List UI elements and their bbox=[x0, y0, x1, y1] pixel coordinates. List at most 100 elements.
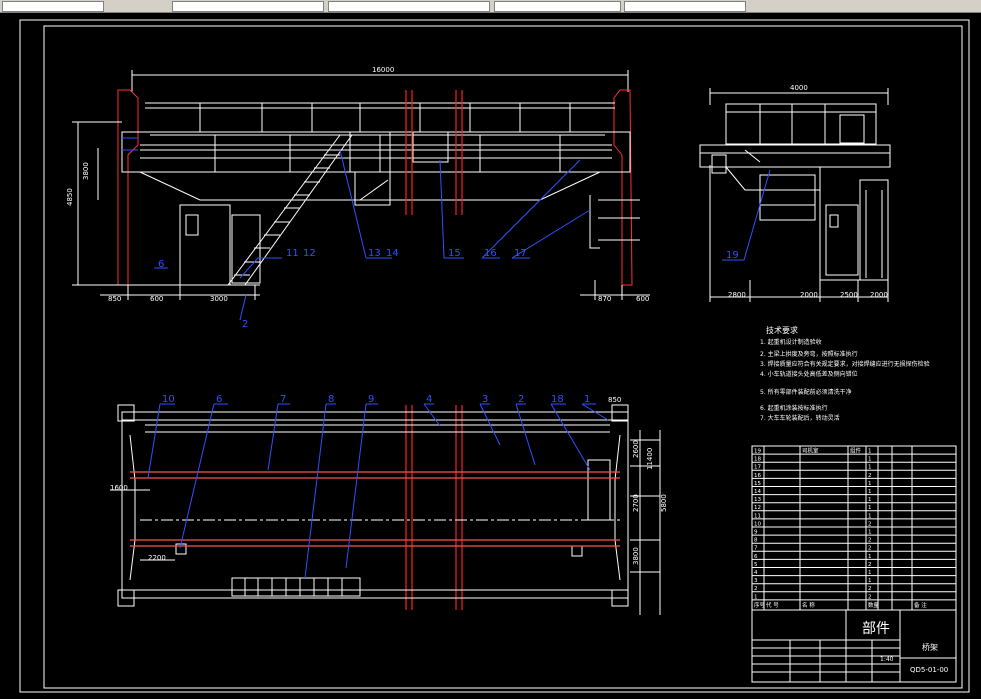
dim-side-b4: 2000 bbox=[870, 291, 888, 299]
cad-drawing-canvas: 16000 4000 3800 4850 850 600 3000 870 60… bbox=[0, 13, 981, 699]
bom-cell: 10 bbox=[754, 521, 761, 527]
callout-plan-18: 18 bbox=[551, 394, 564, 405]
callout-6: 6 bbox=[158, 259, 164, 270]
drawing-scale: 1:40 bbox=[880, 656, 894, 663]
dim-b3: 3000 bbox=[210, 295, 228, 303]
toolbar-field[interactable] bbox=[328, 1, 490, 12]
callout-plan-9: 9 bbox=[368, 394, 374, 405]
bom-cell: 1 bbox=[754, 594, 758, 600]
bom-cell: 19 bbox=[754, 449, 761, 455]
bom-cell: 1 bbox=[868, 449, 872, 455]
callout-14: 14 bbox=[386, 248, 399, 259]
bom-cell: 司机室 bbox=[802, 447, 819, 455]
bom-cell: 1 bbox=[868, 530, 872, 536]
callout-2: 2 bbox=[242, 319, 248, 330]
bom-cell: 16 bbox=[754, 473, 761, 479]
bom-cell: 1 bbox=[868, 457, 872, 463]
bom-cell: 13 bbox=[754, 497, 761, 503]
bom-cell: 1 bbox=[868, 465, 872, 471]
bom-cell: 1 bbox=[868, 489, 872, 495]
dim-plan-r1: 850 bbox=[608, 396, 621, 404]
toolbar-field[interactable] bbox=[2, 1, 104, 12]
dim-side-b3: 2500 bbox=[840, 291, 858, 299]
bom-header-cell: 代 号 bbox=[766, 601, 779, 609]
dim-plan-h1: 2600 bbox=[632, 440, 640, 458]
bom-cell: 18 bbox=[754, 457, 761, 463]
dim-b2: 600 bbox=[150, 295, 163, 303]
dim-side-b2: 2000 bbox=[800, 291, 818, 299]
bom-cell: 1 bbox=[868, 513, 872, 519]
dim-plan-h2: 11400 bbox=[646, 448, 654, 470]
bom-cell: 1 bbox=[868, 570, 872, 576]
bom-cell: 1 bbox=[868, 497, 872, 503]
callout-13: 13 bbox=[368, 248, 381, 259]
callout-15: 15 bbox=[448, 248, 461, 259]
dim-b4: 870 bbox=[598, 295, 611, 303]
bom-header-cell: 序号 bbox=[754, 601, 766, 609]
bom-cell: 15 bbox=[754, 481, 761, 487]
note-line: 3. 焊接质量应符合有关规定要求，对接焊缝应进行无损探伤检验 bbox=[760, 360, 930, 368]
dim-plan-l1: 1600 bbox=[110, 484, 128, 492]
callout-17: 17 bbox=[514, 248, 527, 259]
bom-cell: 14 bbox=[754, 489, 761, 495]
toolbar bbox=[0, 0, 981, 13]
callout-19: 19 bbox=[726, 250, 739, 261]
callout-plan-4: 4 bbox=[426, 394, 432, 405]
callout-11: 11 bbox=[286, 248, 299, 259]
bom-cell: 6 bbox=[754, 554, 758, 560]
note-line: 2. 主梁上拱度及旁弯，按照标准执行 bbox=[760, 350, 858, 358]
toolbar-field[interactable] bbox=[494, 1, 621, 12]
note-line: 7. 大车车轮装配后，转动灵活 bbox=[760, 414, 840, 422]
bom-cell: 2 bbox=[868, 546, 872, 552]
bom-header-cell: 名 称 bbox=[802, 601, 815, 609]
bom-cell: 1 bbox=[868, 578, 872, 584]
dim-b1: 850 bbox=[108, 295, 121, 303]
bom-cell: 1 bbox=[868, 554, 872, 560]
callout-plan-3: 3 bbox=[482, 394, 488, 405]
callout-plan-1: 1 bbox=[584, 394, 590, 405]
part-label: 部件 bbox=[862, 621, 890, 637]
dim-plan-l2: 2200 bbox=[148, 554, 166, 562]
dim-plan-h4: 5800 bbox=[660, 494, 668, 512]
bom-cell: 11 bbox=[754, 513, 761, 519]
bom-cell: 2 bbox=[868, 521, 872, 527]
bom-cell: 17 bbox=[754, 465, 761, 471]
drawing-title: 桥架 bbox=[922, 642, 938, 652]
bom-cell: 1 bbox=[868, 505, 872, 511]
callout-plan-6: 6 bbox=[216, 394, 222, 405]
bom-cell: 8 bbox=[754, 538, 758, 544]
bom-cell: 2 bbox=[868, 538, 872, 544]
note-line: 1. 起重机设计制造验收 bbox=[760, 338, 822, 346]
callout-plan-7: 7 bbox=[280, 394, 286, 405]
toolbar-field[interactable] bbox=[172, 1, 324, 12]
bom-cell: 组件 bbox=[850, 447, 862, 455]
dim-plan-h3: 2700 bbox=[632, 494, 640, 512]
bom-cell: 2 bbox=[754, 586, 758, 592]
callout-plan-8: 8 bbox=[328, 394, 334, 405]
bom-cell: 1 bbox=[868, 481, 872, 487]
bom-cell: 5 bbox=[754, 562, 758, 568]
dim-side-b1: 2800 bbox=[728, 291, 746, 299]
dim-b5: 600 bbox=[636, 295, 649, 303]
note-line: 6. 起重机涂装按标准执行 bbox=[760, 404, 828, 412]
bom-cell: 2 bbox=[868, 562, 872, 568]
notes-title: 技术要求 bbox=[766, 325, 798, 335]
dim-side-overall: 4000 bbox=[790, 84, 808, 92]
dim-left-h1: 3800 bbox=[82, 162, 90, 180]
bom-cell: 4 bbox=[754, 570, 758, 576]
bom-cell: 7 bbox=[754, 546, 758, 552]
note-line: 4. 小车轨道接头处高低差及侧向错位 bbox=[760, 370, 858, 378]
callout-plan-10: 10 bbox=[162, 394, 175, 405]
drawing-number: QD5-01-00 bbox=[910, 666, 948, 674]
callout-12: 12 bbox=[303, 248, 316, 259]
dim-plan-h5: 3800 bbox=[632, 547, 640, 565]
bom-cell: 2 bbox=[868, 473, 872, 479]
bom-cell: 2 bbox=[868, 594, 872, 600]
callout-plan-2: 2 bbox=[518, 394, 524, 405]
bom-cell: 2 bbox=[868, 586, 872, 592]
bom-header-cell: 数量 bbox=[868, 601, 880, 609]
bom-cell: 3 bbox=[754, 578, 758, 584]
note-line: 5. 所有零部件装配前必须清洗干净 bbox=[760, 388, 852, 396]
bom-cell: 12 bbox=[754, 505, 761, 511]
toolbar-field[interactable] bbox=[624, 1, 746, 12]
